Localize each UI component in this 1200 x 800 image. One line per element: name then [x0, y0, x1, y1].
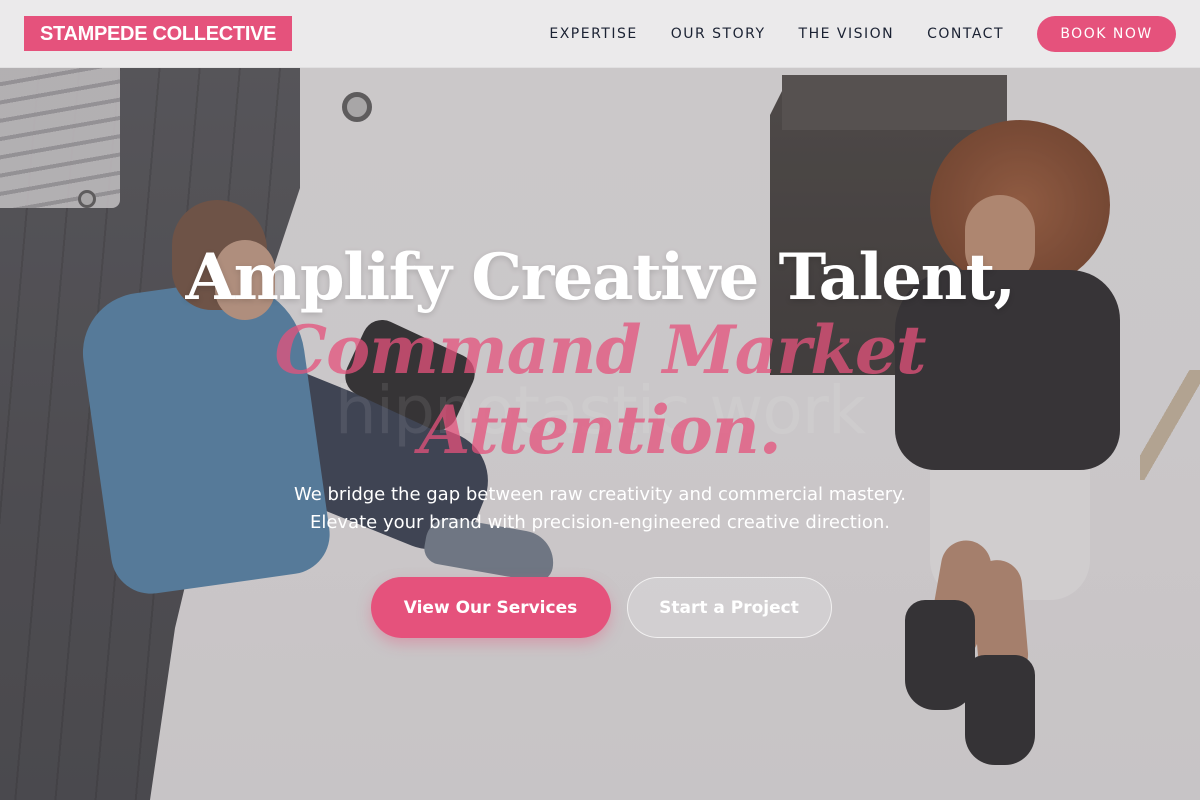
sub-headline-line-2: Attention. — [419, 391, 782, 469]
main-nav: EXPERTISE OUR STORY THE VISION CONTACT B… — [549, 15, 1176, 52]
sub-headline-line-1: Command Market — [274, 311, 927, 389]
hero-cta-row: View Our Services Start a Project — [0, 577, 1200, 638]
nav-link-our-story[interactable]: OUR STORY — [671, 26, 766, 42]
nav-link-the-vision[interactable]: THE VISION — [799, 26, 895, 42]
hero-content: hipnotastic work Amplify Creative Talent… — [0, 0, 1200, 800]
view-services-button[interactable]: View Our Services — [370, 577, 611, 638]
nav-link-expertise[interactable]: EXPERTISE — [549, 26, 637, 42]
start-project-button[interactable]: Start a Project — [626, 577, 832, 638]
site-header: STAMPEDE COLLECTIVE EXPERTISE OUR STORY … — [0, 0, 1200, 68]
nav-link-contact[interactable]: CONTACT — [927, 26, 1004, 42]
brand-logo[interactable]: STAMPEDE COLLECTIVE — [24, 16, 293, 51]
description-line-2: Elevate your brand with precision-engine… — [309, 512, 890, 533]
book-now-button[interactable]: BOOK NOW — [1037, 15, 1176, 52]
description-line-1: We bridge the gap between raw creativity… — [293, 484, 907, 505]
hero-sub-headline: Command Market Attention. — [0, 310, 1200, 470]
hero-headline: Amplify Creative Talent, — [185, 240, 1016, 315]
hero-description: We bridge the gap between raw creativity… — [0, 481, 1200, 537]
